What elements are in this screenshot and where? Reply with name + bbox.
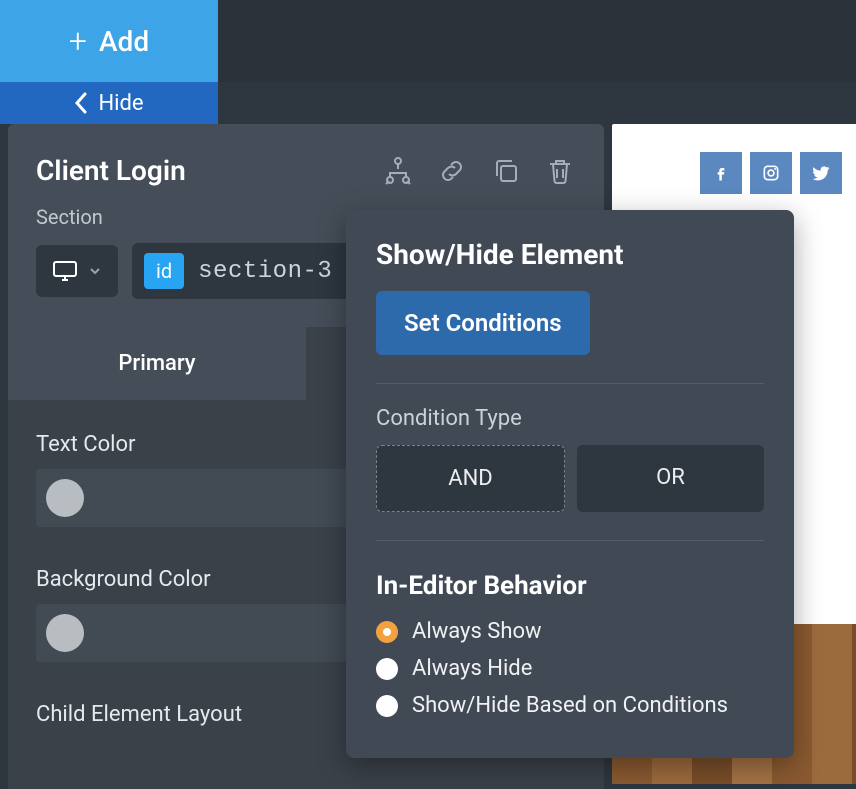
hide-label: Hide (98, 91, 143, 116)
show-hide-popover: Show/Hide Element Set Conditions Conditi… (346, 210, 794, 758)
tab-primary[interactable]: Primary (8, 327, 306, 400)
radio-conditional[interactable]: Show/Hide Based on Conditions (376, 693, 764, 718)
radio-label: Show/Hide Based on Conditions (412, 693, 728, 718)
instagram-icon[interactable] (750, 152, 792, 194)
divider (376, 540, 764, 541)
twitter-icon[interactable] (800, 152, 842, 194)
radio-always-show[interactable]: Always Show (376, 619, 764, 644)
hide-button[interactable]: Hide (0, 82, 218, 124)
set-conditions-button[interactable]: Set Conditions (376, 291, 590, 355)
radio-icon (376, 695, 398, 717)
id-badge: id (144, 253, 184, 289)
behavior-title: In-Editor Behavior (376, 571, 764, 601)
hierarchy-icon[interactable] (382, 155, 414, 187)
chevron-down-icon (88, 264, 102, 278)
duplicate-icon[interactable] (490, 155, 522, 187)
plus-icon: + (69, 22, 87, 60)
trash-icon[interactable] (544, 155, 576, 187)
radio-label: Always Hide (412, 656, 532, 681)
divider (376, 383, 764, 384)
or-button[interactable]: OR (577, 445, 764, 512)
add-label: Add (99, 25, 149, 58)
bg-color-swatch (46, 614, 84, 652)
text-color-swatch (46, 479, 84, 517)
panel-title: Client Login (36, 154, 186, 187)
desktop-icon (52, 259, 78, 283)
chevron-left-icon (74, 92, 88, 114)
device-select[interactable] (36, 245, 118, 297)
link-icon[interactable] (436, 155, 468, 187)
radio-label: Always Show (412, 619, 542, 644)
radio-always-hide[interactable]: Always Hide (376, 656, 764, 681)
and-button[interactable]: AND (376, 445, 565, 512)
radio-icon (376, 658, 398, 680)
condition-type-label: Condition Type (376, 406, 764, 431)
id-value: section-3 (198, 258, 332, 285)
add-button[interactable]: + Add (0, 0, 218, 82)
radio-icon (376, 621, 398, 643)
facebook-icon[interactable] (700, 152, 742, 194)
popover-title: Show/Hide Element (376, 238, 764, 271)
